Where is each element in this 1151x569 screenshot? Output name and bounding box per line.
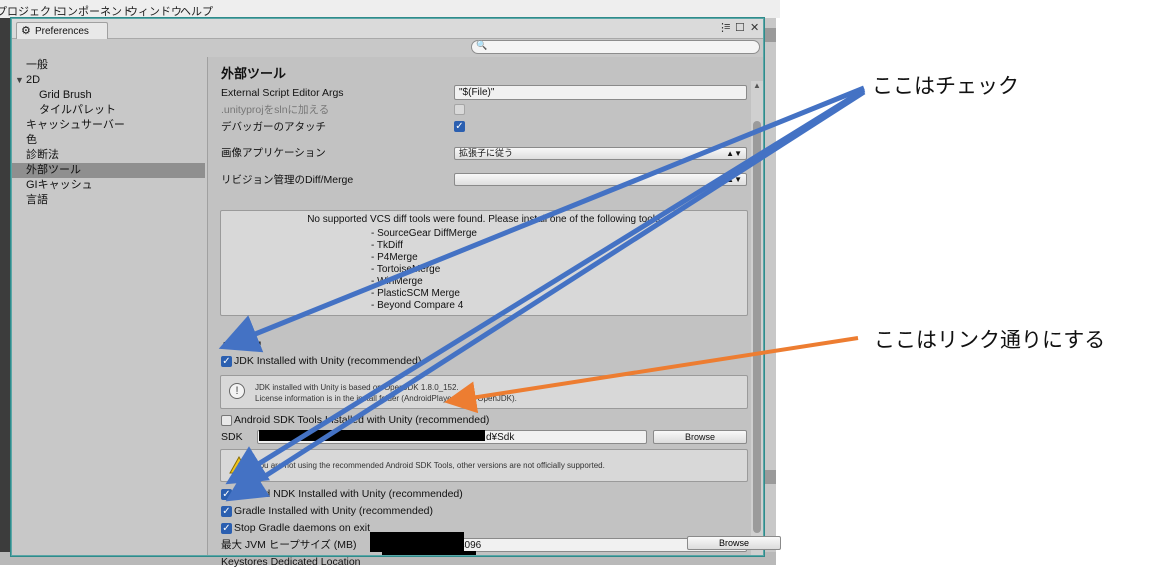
sidebar-item-grid-brush[interactable]: Grid Brush — [12, 88, 205, 103]
revision-label: リビジョン管理のDiff/Merge — [221, 174, 354, 186]
android-heading: Android — [221, 340, 262, 352]
vcs-tool-item: - SourceGear DiffMerge — [371, 228, 477, 239]
sidebar-item-label: 外部ツール — [26, 164, 81, 176]
vcs-tool-item: - TkDiff — [371, 240, 403, 251]
jdk-info-line: JDK installed with Unity is based on Ope… — [255, 383, 459, 392]
editor-background-tab — [762, 470, 776, 484]
sidebar-item-diagnostics[interactable]: 診断法 — [12, 148, 205, 163]
sidebar-item-cache-server[interactable]: キャッシュサーバー — [12, 118, 205, 133]
jdk-info-line: License information is in the install fo… — [255, 394, 517, 403]
sdk-tools-label: Android SDK Tools Installed with Unity (… — [234, 414, 490, 426]
revision-dropdown[interactable]: ▲▼ — [454, 173, 747, 186]
annotation-link-note: ここはリンク通りにする — [874, 329, 1106, 352]
search-row: 🔍 — [12, 39, 763, 57]
debugger-label: デバッガーのアタッチ — [221, 121, 326, 133]
vcs-message: No supported VCS diff tools were found. … — [307, 214, 663, 225]
warning-icon: ! — [229, 456, 249, 474]
image-app-dropdown[interactable]: 拡張子に従う ▲▼ — [454, 147, 747, 160]
gradle-checkbox[interactable]: ✓ — [221, 506, 232, 517]
tab-preferences[interactable]: ⚙ Preferences — [16, 22, 108, 39]
editor-args-label: External Script Editor Args — [221, 87, 344, 99]
editor-args-field[interactable]: "$(File)" — [454, 85, 747, 100]
dropdown-arrow-icon: ▲▼ — [726, 149, 742, 158]
sidebar-item-label: 色 — [26, 134, 37, 146]
sdk-warning-box: ! You are not using the recommended Andr… — [220, 449, 748, 482]
sidebar-item-language[interactable]: 言語 — [12, 193, 205, 208]
vcs-tool-item: - Beyond Compare 4 — [371, 300, 464, 311]
close-icon[interactable]: ✕ — [750, 21, 759, 34]
scrollbar-thumb[interactable] — [753, 121, 761, 533]
sidebar-item-label: 2D — [26, 74, 41, 86]
jvm-heap-label: 最大 JVM ヒープサイズ (MB) — [221, 539, 357, 551]
settings-panel: 外部ツール External Script Editor Args "$(Fil… — [209, 57, 763, 568]
redaction-bar — [259, 430, 485, 441]
jdk-info-box: ! JDK installed with Unity is based on O… — [220, 375, 748, 409]
stop-gradle-checkbox[interactable]: ✓ — [221, 523, 232, 534]
sidebar-item-label: Grid Brush — [39, 89, 92, 101]
annotation-check-note: ここはチェック — [872, 75, 1019, 98]
sidebar-item-label: 診断法 — [26, 149, 59, 161]
image-app-label: 画像アプリケーション — [221, 147, 326, 159]
jdk-checkbox[interactable]: ✓ — [221, 356, 232, 367]
sdk-browse-button[interactable]: Browse — [653, 430, 747, 444]
maximize-icon[interactable]: ☐ — [735, 21, 745, 34]
editor-background-tab — [762, 28, 776, 42]
sidebar-item-gi-cache[interactable]: GIキャッシュ — [12, 178, 205, 193]
scroll-up-icon[interactable]: ▲ — [751, 81, 763, 93]
page-title: 外部ツール — [221, 66, 287, 81]
keystores-label: Keystores Dedicated Location — [221, 556, 361, 568]
sdk-warning-text: You are not using the recommended Androi… — [255, 461, 605, 470]
gradle-label: Gradle Installed with Unity (recommended… — [234, 505, 433, 517]
sidebar-item-colors[interactable]: 色 — [12, 133, 205, 148]
dropdown-arrow-icon: ▲▼ — [726, 175, 742, 184]
sidebar-item-label: 言語 — [26, 194, 48, 206]
sdk-label: SDK — [221, 431, 243, 443]
search-icon: 🔍 — [476, 40, 488, 50]
vcs-tool-item: - PlasticSCM Merge — [371, 288, 460, 299]
window-titlebar: ⚙ Preferences ⋮ ≡ ☐ ✕ — [12, 19, 763, 39]
vcs-tool-item: - P4Merge — [371, 252, 418, 263]
tab-label: Preferences — [35, 26, 89, 37]
unityproj-checkbox[interactable] — [454, 104, 465, 115]
sidebar-item-label: タイルパレット — [39, 104, 116, 116]
stop-gradle-label: Stop Gradle daemons on exit — [234, 522, 370, 534]
sidebar: 一般 ▼ 2D Grid Brush タイルパレット キャッシュサーバー 色 診断… — [12, 57, 208, 555]
info-icon: ! — [229, 383, 245, 399]
chevron-down-icon[interactable]: ▼ — [15, 73, 24, 88]
sidebar-item-general[interactable]: 一般 — [12, 58, 205, 73]
sidebar-item-tile-palette[interactable]: タイルパレット — [12, 103, 205, 118]
sdk-path-text: d¥Sdk — [486, 432, 515, 443]
sdk-tools-checkbox[interactable] — [221, 415, 232, 426]
ndk-checkbox[interactable]: ✓ — [221, 489, 232, 500]
svg-text:!: ! — [237, 461, 241, 474]
sidebar-item-2d[interactable]: ▼ 2D — [12, 73, 205, 88]
gear-icon: ⚙ — [21, 25, 31, 37]
scrollbar[interactable]: ▲ ▼ — [751, 81, 763, 555]
unityproj-label: .unityprojをslnに加える — [221, 104, 330, 116]
sidebar-item-label: 一般 — [26, 59, 48, 71]
search-input[interactable]: 🔍 — [471, 40, 760, 54]
menu-project[interactable]: プロジェクト — [0, 3, 62, 19]
ndk-label: Android NDK Installed with Unity (recomm… — [234, 488, 463, 500]
redaction-bar — [370, 532, 464, 552]
image-app-value: 拡張子に従う — [459, 148, 514, 158]
vcs-tool-item: - TortoiseMerge — [371, 264, 441, 275]
menu-window[interactable]: ウィンドウ — [127, 3, 182, 19]
sidebar-item-label: キャッシュサーバー — [26, 119, 125, 131]
debugger-checkbox[interactable]: ✓ — [454, 121, 465, 132]
preferences-window: ⚙ Preferences ⋮ ≡ ☐ ✕ 🔍 一般 ▼ 2D Grid Brus… — [11, 18, 764, 568]
menu-component[interactable]: コンポーネント — [56, 3, 133, 19]
vcs-help-box: No supported VCS diff tools were found. … — [220, 210, 748, 316]
window-menu-icon[interactable]: ≡ — [724, 21, 730, 33]
vcs-tool-item: - WinMerge — [371, 276, 423, 287]
menubar: プロジェクト コンポーネント ウィンドウ ヘルプ — [0, 0, 780, 18]
menu-help[interactable]: ヘルプ — [180, 3, 213, 19]
sidebar-item-label: GIキャッシュ — [26, 179, 93, 191]
keystores-browse-button[interactable]: Browse — [687, 536, 781, 550]
jdk-label: JDK Installed with Unity (recommended) — [234, 355, 422, 367]
sidebar-item-external-tools[interactable]: 外部ツール — [12, 163, 205, 178]
